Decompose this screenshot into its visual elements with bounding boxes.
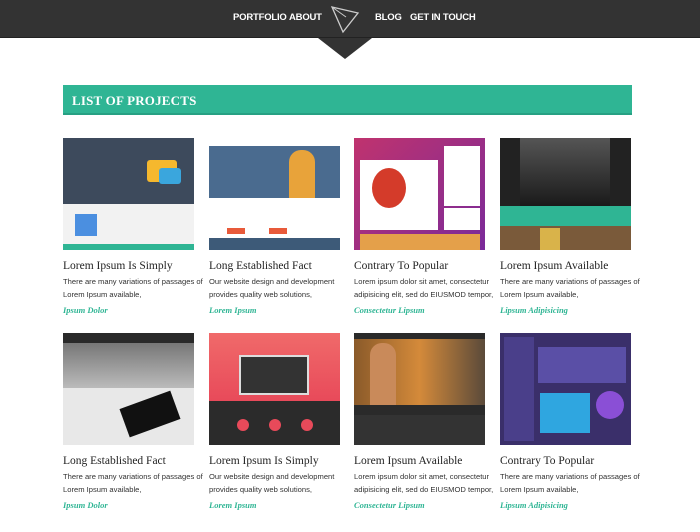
project-link[interactable]: Lipsum Adipisicing [500, 305, 631, 315]
project-link[interactable]: Consectetur Lipsum [354, 500, 485, 510]
nav-portfolio[interactable]: PORTFOLIO [233, 12, 287, 23]
project-description-line: Lorem Ipsum available, [500, 290, 579, 299]
project-link[interactable]: Lorem Ipsum [209, 305, 340, 315]
project-link[interactable]: Consectetur Lipsum [354, 305, 485, 315]
project-description-line: Lorem ipsum dolor sit amet, consectetur [354, 277, 490, 286]
project-card: Contrary To Popular Lorem ipsum dolor si… [354, 138, 494, 315]
nav-blog[interactable]: BLOG [375, 12, 402, 23]
project-description-line: adipisicing elit, sed do EIUSMOD tempor, [354, 290, 494, 299]
project-title: Lorem Ipsum Available [354, 455, 463, 467]
project-card: Lorem Ipsum Is Simply There are many var… [63, 138, 203, 315]
project-thumbnail[interactable] [500, 333, 631, 445]
project-card: Long Established Fact Our website design… [209, 138, 340, 315]
project-thumbnail[interactable] [354, 333, 485, 445]
nav-about[interactable]: ABOUT [289, 12, 322, 23]
nav-notch [318, 38, 372, 59]
project-description-line: There are many variations of passages of [63, 277, 203, 286]
project-thumbnail[interactable] [500, 138, 631, 250]
project-description-line: Lorem Ipsum available, [63, 485, 142, 494]
project-card: Long Established Fact There are many var… [63, 333, 203, 510]
project-description-line: Lorem Ipsum available, [500, 485, 579, 494]
project-description-line: adipisicing elit, sed do EIUSMOD tempor, [354, 485, 494, 494]
project-thumbnail[interactable] [63, 138, 194, 250]
project-description-line: Lorem Ipsum available, [63, 290, 142, 299]
project-description-line: There are many variations of passages of [500, 472, 640, 481]
project-title: Contrary To Popular [354, 260, 449, 272]
project-title: Long Established Fact [209, 260, 312, 272]
project-card: Lorem Ipsum Available Lorem ipsum dolor … [354, 333, 494, 510]
project-card: Lorem Ipsum Is Simply Our website design… [209, 333, 340, 510]
project-title: Lorem Ipsum Is Simply [63, 260, 173, 272]
logo-triangle-icon[interactable] [330, 4, 360, 34]
project-title: Lorem Ipsum Is Simply [209, 455, 319, 467]
section-banner: LIST OF PROJECTS [63, 85, 632, 115]
project-description-line: provides quality web solutions, [209, 290, 312, 299]
project-title: Long Established Fact [63, 455, 166, 467]
project-link[interactable]: Ipsum Dolor [63, 500, 194, 510]
project-thumbnail[interactable] [63, 333, 194, 445]
project-description-line: There are many variations of passages of [500, 277, 640, 286]
project-thumbnail[interactable] [209, 333, 340, 445]
project-description-line: Lorem ipsum dolor sit amet, consectetur [354, 472, 490, 481]
project-description-line: There are many variations of passages of [63, 472, 203, 481]
project-link[interactable]: Ipsum Dolor [63, 305, 194, 315]
nav-get-in-touch[interactable]: GET IN TOUCH [410, 12, 476, 23]
project-thumbnail[interactable] [354, 138, 485, 250]
project-description-line: Our website design and development [209, 472, 335, 481]
project-card: Contrary To Popular There are many varia… [500, 333, 640, 510]
project-description-line: provides quality web solutions, [209, 485, 312, 494]
project-thumbnail[interactable] [209, 138, 340, 250]
section-title: LIST OF PROJECTS [72, 93, 197, 108]
project-title: Lorem Ipsum Available [500, 260, 609, 272]
project-link[interactable]: Lorem Ipsum [209, 500, 340, 510]
project-title: Contrary To Popular [500, 455, 595, 467]
project-link[interactable]: Lipsum Adipisicing [500, 500, 631, 510]
project-description-line: Our website design and development [209, 277, 335, 286]
top-nav: PORTFOLIO ABOUT BLOG GET IN TOUCH [0, 0, 700, 38]
project-card: Lorem Ipsum Available There are many var… [500, 138, 640, 315]
